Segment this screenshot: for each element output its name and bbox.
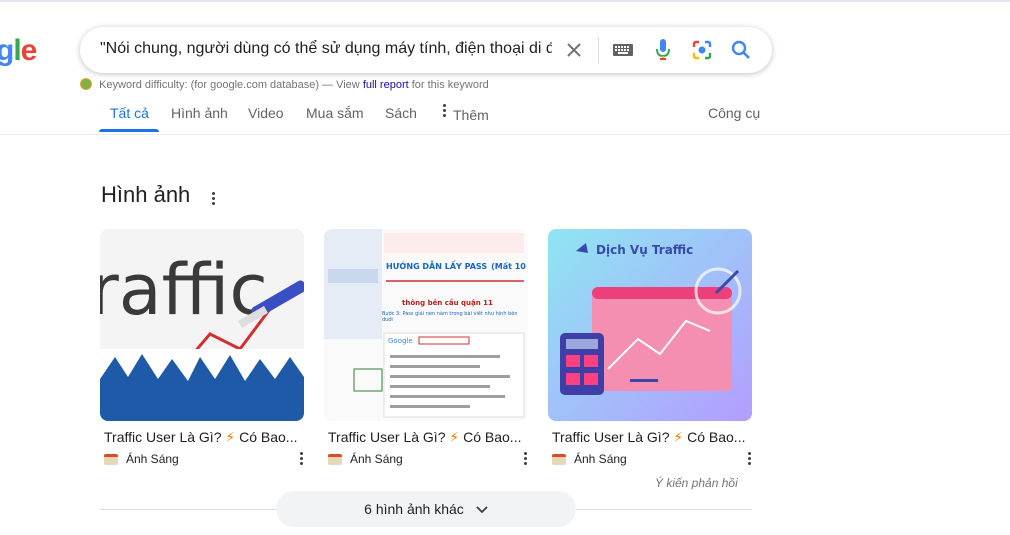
keyword-database-text: (for google.com database) — View	[190, 79, 360, 91]
image-source-1[interactable]: Ánh Sáng	[104, 452, 179, 466]
more-images-button[interactable]: 6 hình ảnh khác	[276, 491, 576, 527]
image-title-2-suffix: Có Bao...	[463, 429, 522, 445]
image-title-1[interactable]: Traffic User Là Gì? ⚡ Có Bao...	[104, 429, 304, 446]
mic-icon[interactable]	[652, 38, 674, 62]
lens-icon[interactable]	[691, 39, 713, 61]
keyword-difficulty-label: Keyword difficulty:	[99, 79, 188, 91]
tab-shopping[interactable]: Mua sắm	[306, 105, 364, 121]
images-section-title: Hình ảnh	[101, 182, 191, 207]
keyword-suffix-text: for this keyword	[411, 79, 489, 91]
thumb2-logo: Google	[388, 337, 413, 345]
image-title-2[interactable]: Traffic User Là Gì? ⚡ Có Bao...	[328, 429, 528, 446]
tab-all[interactable]: Tất cả	[110, 105, 149, 121]
image-source-2[interactable]: Ánh Sáng	[328, 452, 403, 466]
tab-videos[interactable]: Video	[248, 105, 284, 121]
thumb2-note: Bước 3: Pass giải nén nằm trong bài viết…	[382, 311, 518, 323]
keyword-difficulty-bar: Keyword difficulty: (for google.com data…	[80, 78, 489, 91]
lightning-icon: ⚡	[673, 429, 684, 445]
more-images-label: 6 hình ảnh khác	[364, 501, 464, 517]
tab-more[interactable]: Thêm	[443, 104, 489, 123]
full-report-link[interactable]: full report	[363, 79, 409, 91]
image-source-3[interactable]: Ánh Sáng	[552, 452, 627, 466]
image-source-2-name: Ánh Sáng	[350, 452, 403, 466]
favicon-icon	[104, 454, 118, 466]
image-title-3-suffix: Có Bao...	[687, 429, 746, 445]
favicon-icon	[328, 454, 342, 466]
header-divider	[0, 134, 1010, 135]
tools-button[interactable]: Công cụ	[708, 105, 760, 121]
image-menu-icon-2[interactable]	[524, 452, 528, 467]
image-menu-icon-1[interactable]	[300, 452, 304, 467]
image-thumbnail-1[interactable]: raffic	[100, 229, 304, 421]
keyboard-icon[interactable]	[612, 40, 634, 60]
image-title-3[interactable]: Traffic User Là Gì? ⚡ Có Bao...	[552, 429, 752, 446]
image-thumbnail-2[interactable]: HƯỚNG DẪN LẤY PASS(Mất 10 giây thôi) thô…	[324, 229, 528, 421]
top-border	[0, 0, 1010, 2]
more-vert-icon	[443, 104, 447, 119]
image-title-3-text: Traffic User Là Gì?	[552, 429, 670, 445]
search-box[interactable]: "Nói chung, người dùng có thể sử dụng má…	[80, 27, 772, 73]
logo-letter-g: g	[0, 34, 14, 67]
section-menu-icon[interactable]	[212, 192, 216, 207]
favicon-icon	[552, 454, 566, 466]
tab-more-label: Thêm	[453, 107, 489, 123]
close-icon[interactable]	[564, 40, 584, 60]
feedback-link[interactable]: Ý kiến phản hồi	[655, 476, 738, 490]
logo-letter-l: l	[13, 34, 21, 67]
image-source-1-name: Ánh Sáng	[126, 452, 179, 466]
google-logo[interactable]: gle	[0, 34, 38, 68]
chevron-down-icon	[476, 501, 488, 517]
tab-books[interactable]: Sách	[385, 105, 417, 121]
image-title-1-text: Traffic User Là Gì?	[104, 429, 222, 445]
image-title-1-suffix: Có Bao...	[239, 429, 298, 445]
lightning-icon: ⚡	[225, 429, 236, 445]
search-separator	[598, 37, 599, 63]
logo-letter-e: e	[20, 34, 38, 67]
image-menu-icon-3[interactable]	[748, 452, 752, 467]
search-input[interactable]: "Nói chung, người dùng có thể sử dụng má…	[100, 40, 552, 58]
search-icon[interactable]	[730, 39, 752, 61]
tab-images[interactable]: Hình ảnh	[171, 105, 228, 121]
active-tab-indicator	[99, 129, 159, 132]
image-source-3-name: Ánh Sáng	[574, 452, 627, 466]
image-title-2-text: Traffic User Là Gì?	[328, 429, 446, 445]
image-thumbnail-3[interactable]: Dịch Vụ Traffic	[548, 229, 752, 421]
thumb2-heading-note: (Mất 10 giây thôi)	[491, 261, 528, 271]
lightning-icon: ⚡	[449, 429, 460, 445]
keyword-tool-icon	[80, 78, 92, 90]
thumb3-heading: Dịch Vụ Traffic	[596, 243, 693, 257]
thumb2-sub: thông bên cầu quận 11	[402, 299, 493, 307]
